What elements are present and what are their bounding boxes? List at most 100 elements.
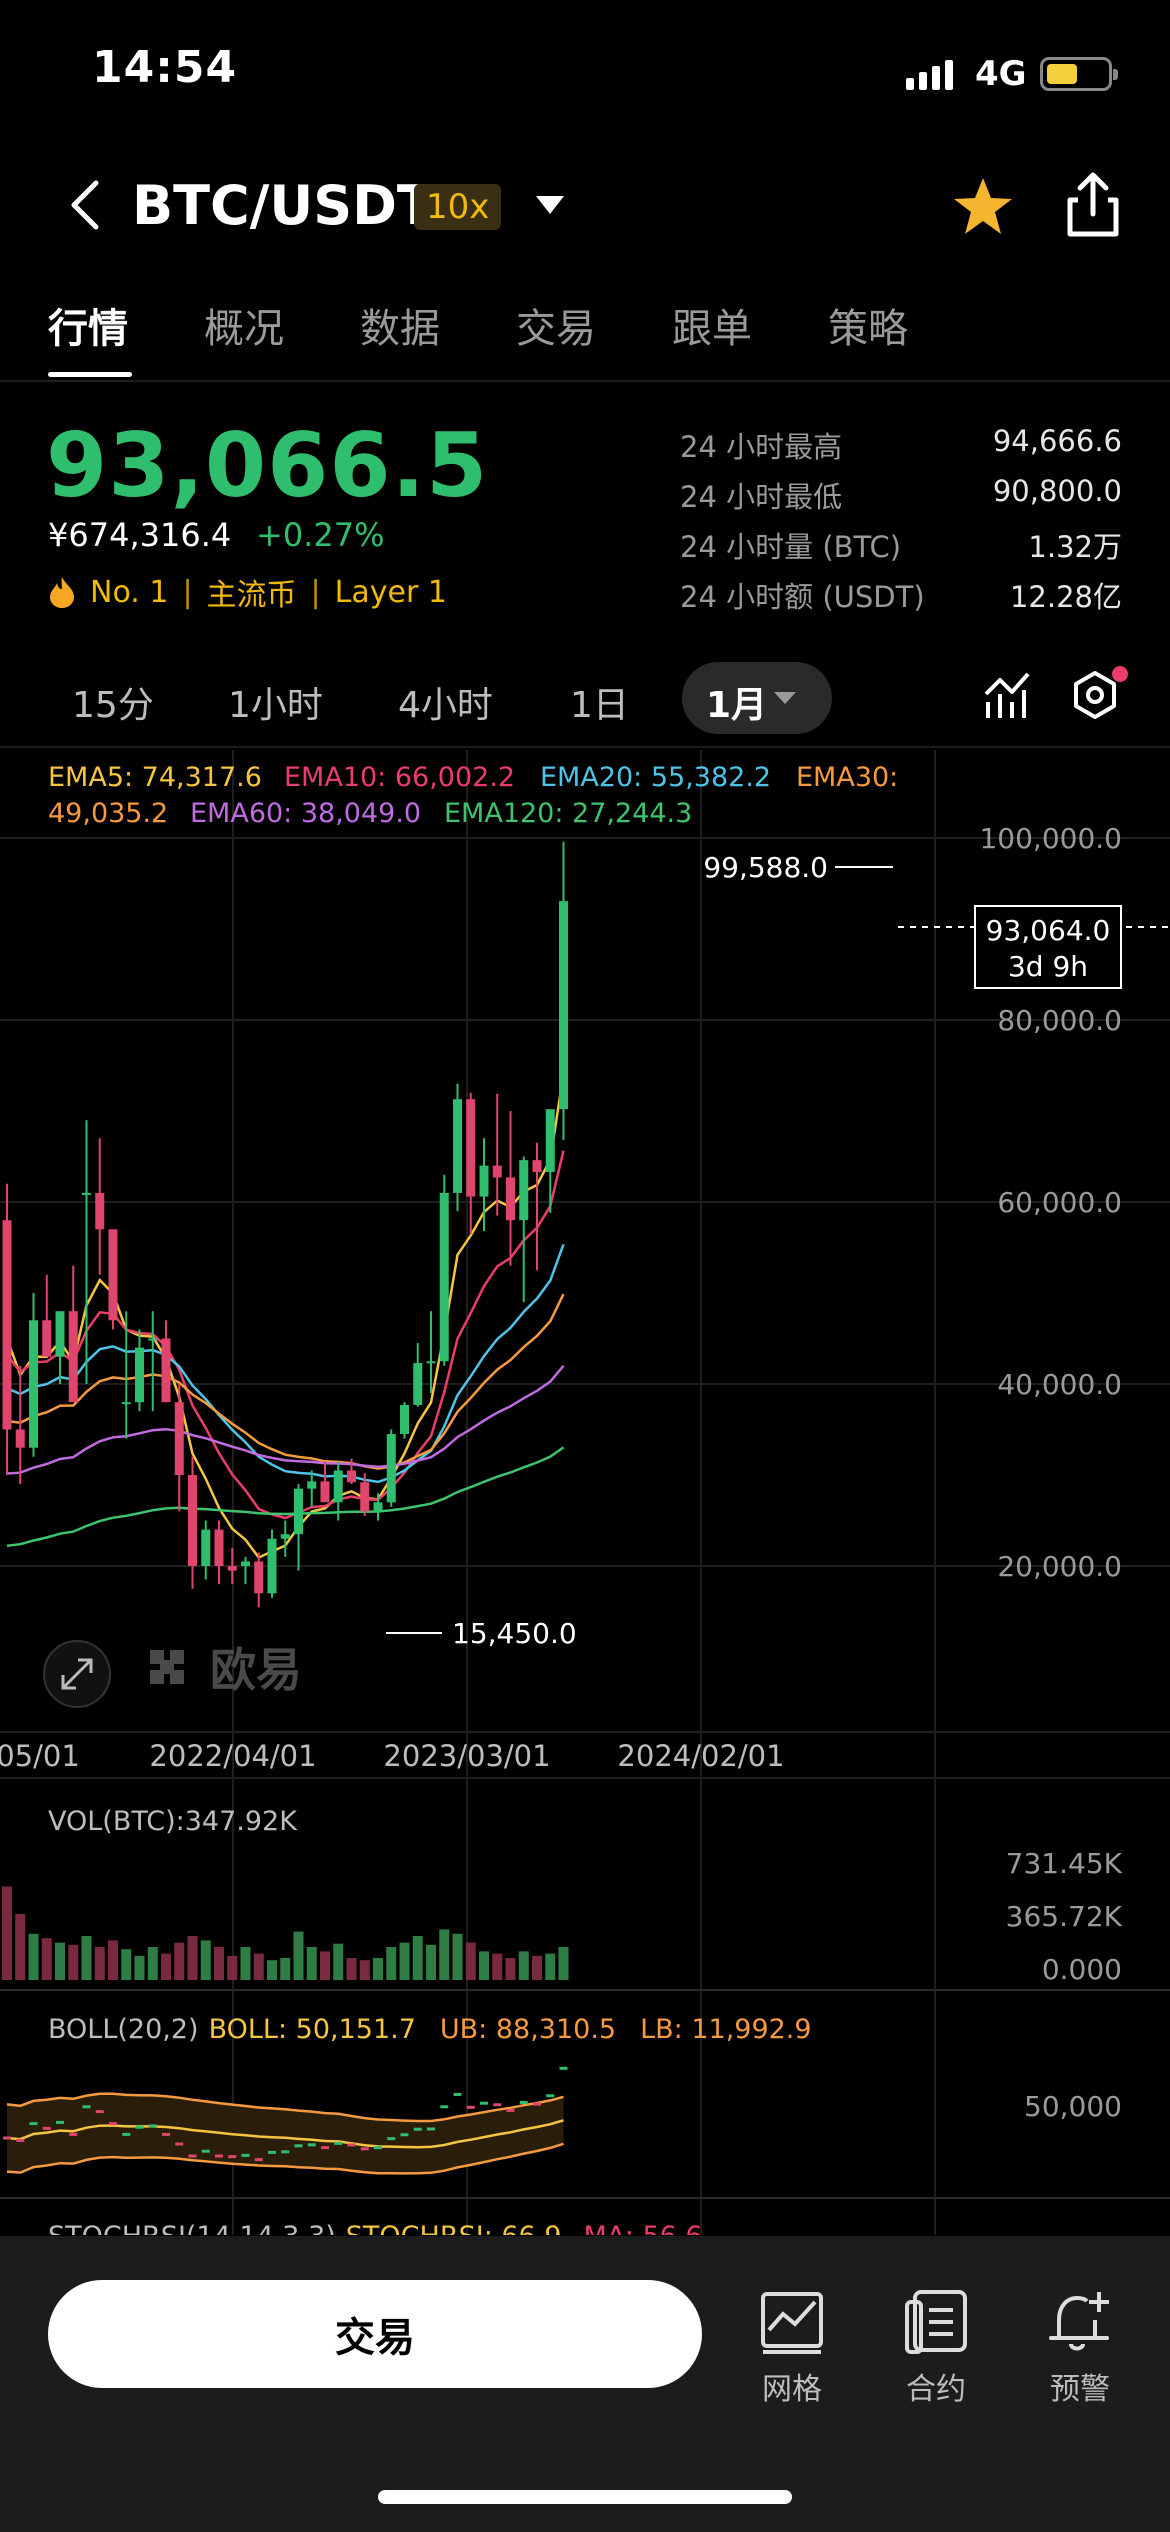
candle-body	[68, 1311, 78, 1403]
volume-bar	[505, 1958, 516, 1980]
main-tabs: 行情 概况 数据 交易 跟单 策略	[0, 296, 1170, 380]
ema10-line	[6, 1150, 565, 1520]
volume-bar	[373, 1958, 383, 1980]
favorite-star-icon[interactable]	[950, 174, 1016, 240]
candle-body	[386, 1434, 396, 1503]
grid-icon[interactable]	[757, 2288, 827, 2358]
volume-bar	[518, 1951, 529, 1980]
trading-pair-title[interactable]: BTC/USDT	[132, 174, 434, 237]
low-price-marker: 15,450.0	[452, 1617, 577, 1650]
boll-legend: BOLL(20,2) BOLL: 50,151.7 UB: 88,310.5 LB: …	[48, 2014, 812, 2045]
date-axis-label: 2024/02/01	[617, 1739, 784, 1773]
volume-bar	[359, 1960, 370, 1980]
tag-layer[interactable]: Layer 1	[335, 575, 447, 610]
candle-body	[42, 1320, 52, 1357]
tag-category[interactable]: 主流币	[207, 570, 297, 614]
grid-label[interactable]: 网格	[732, 2364, 852, 2408]
candle-body	[280, 1534, 290, 1539]
volume-bar	[399, 1942, 410, 1980]
share-icon[interactable]	[1060, 170, 1126, 240]
pair-dropdown-icon[interactable]	[530, 190, 570, 220]
interval-1d[interactable]: 1日	[570, 676, 629, 728]
stat-value-low: 90,800.0	[992, 474, 1122, 508]
candle-body	[559, 901, 568, 1110]
volume-bar	[386, 1947, 397, 1980]
volume-bar	[558, 1947, 569, 1980]
ema20-label: EMA20: 55,382.2	[540, 762, 771, 793]
active-tab-underline	[48, 372, 132, 377]
tab-overview[interactable]: 概况	[204, 296, 284, 354]
volume-bar	[280, 1958, 291, 1980]
candle-body	[29, 1320, 38, 1448]
last-price: 93,066.5	[46, 414, 489, 517]
interval-dropdown-icon[interactable]	[772, 690, 798, 706]
candle-body	[214, 1529, 224, 1566]
tab-market[interactable]: 行情	[48, 296, 128, 354]
tag-rank[interactable]: No. 1	[90, 575, 168, 610]
stat-label-low: 24 小时最低	[680, 480, 843, 514]
volume-bar	[200, 1940, 211, 1980]
candle-body	[161, 1338, 171, 1403]
volume-label: VOL(BTC):347.92K	[48, 1806, 298, 1837]
interval-4h[interactable]: 4小时	[398, 676, 493, 728]
volume-bar	[532, 1955, 542, 1980]
candle-body	[466, 1099, 476, 1197]
volume-bar	[41, 1938, 52, 1980]
volume-bar	[253, 1953, 264, 1980]
candle-body	[188, 1475, 197, 1566]
candle-body	[506, 1177, 515, 1221]
stat-value-turnover: 12.28亿	[1009, 580, 1122, 614]
candle-body	[108, 1229, 118, 1321]
volume-bar	[267, 1960, 277, 1980]
price-cny: ¥674,316.4	[48, 516, 232, 554]
volume-axis-label: 365.72K	[1006, 1900, 1123, 1933]
interval-1mo[interactable]: 1月	[706, 676, 767, 728]
candle-countdown: 3d 9h	[1008, 950, 1088, 983]
candle-body	[426, 1361, 436, 1364]
candle-body	[135, 1347, 144, 1403]
candlestick-chart[interactable]: EMA5: 74,317.6 EMA10: 66,002.2 EMA20: 55…	[0, 745, 1170, 2235]
candle-body	[479, 1165, 489, 1197]
trade-button[interactable]: 交易	[48, 2280, 702, 2388]
candle-body	[95, 1192, 105, 1230]
home-indicator	[378, 2490, 792, 2504]
price-axis-label: 80,000.0	[997, 1004, 1122, 1037]
tab-data[interactable]: 数据	[360, 296, 440, 354]
date-axis-label: 2022/04/01	[149, 1739, 316, 1773]
volume-bar	[452, 1933, 463, 1980]
candle-body	[307, 1481, 317, 1489]
back-arrow-icon[interactable]	[58, 175, 118, 235]
stat-value-volume: 1.32万	[1028, 530, 1122, 564]
volume-bar	[68, 1944, 79, 1980]
candle-body	[201, 1529, 211, 1566]
boll-axis-label: 50,000	[1024, 2090, 1122, 2123]
candle-body	[2, 1220, 12, 1430]
contract-label[interactable]: 合约	[876, 2364, 996, 2408]
interval-15m[interactable]: 15分	[72, 676, 154, 728]
leverage-badge: 10x	[414, 184, 502, 230]
alert-bell-icon[interactable]	[1045, 2286, 1115, 2356]
volume-bar	[333, 1943, 344, 1980]
volume-bar	[426, 1944, 436, 1980]
candle-body	[532, 1160, 542, 1172]
alert-label[interactable]: 预警	[1020, 2364, 1140, 2408]
candle-body	[347, 1470, 356, 1483]
ema5-line	[5, 1073, 565, 1560]
battery-icon	[1040, 57, 1118, 91]
indicator-icon[interactable]	[982, 670, 1032, 720]
volume-bar	[320, 1951, 330, 1980]
candle-body	[545, 1109, 555, 1172]
candle-body	[453, 1099, 462, 1193]
ema60-label: EMA60: 38,049.0	[190, 798, 421, 829]
interval-1h[interactable]: 1小时	[228, 676, 323, 728]
candle-body	[15, 1429, 25, 1448]
candle-body	[519, 1160, 529, 1221]
candle-body	[227, 1566, 237, 1571]
stat-label-high: 24 小时最高	[680, 430, 843, 464]
tab-trade[interactable]: 交易	[516, 296, 596, 354]
contract-icon[interactable]	[901, 2288, 971, 2358]
volume-bar	[214, 1947, 224, 1980]
volume-bar	[55, 1942, 65, 1980]
tab-strategy[interactable]: 策略	[828, 296, 908, 354]
tab-copy-trading[interactable]: 跟单	[672, 296, 752, 354]
